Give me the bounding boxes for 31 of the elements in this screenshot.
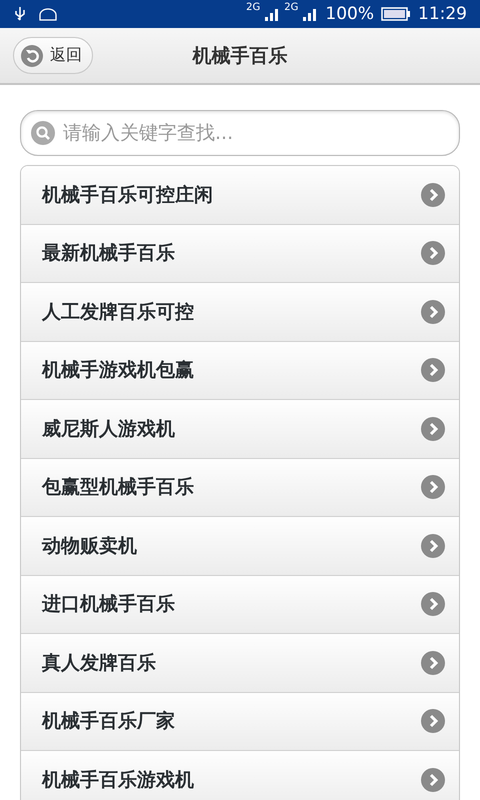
- usb-icon: [14, 6, 26, 22]
- list-item[interactable]: 机械手百乐厂家: [21, 692, 459, 751]
- list-item[interactable]: 进口机械手百乐: [21, 576, 459, 634]
- back-icon: [21, 44, 43, 66]
- chevron-icon: [421, 709, 445, 734]
- chevron-icon: [421, 534, 445, 558]
- chevron-icon: [421, 592, 445, 616]
- chevron-icon: [421, 182, 445, 207]
- battery-icon: [381, 7, 411, 21]
- network-label: 2G: [284, 2, 298, 13]
- list-item[interactable]: 包赢型机械手百乐: [21, 458, 459, 517]
- signal-icon: [302, 6, 318, 22]
- signal-icon: [264, 6, 280, 22]
- chevron-icon: [421, 358, 445, 382]
- chevron-icon: [421, 300, 445, 324]
- search-icon: [31, 121, 55, 145]
- chevron-icon: [421, 650, 445, 675]
- chevron-icon: [421, 241, 445, 266]
- chevron-icon: [421, 475, 445, 500]
- clock: 11:29: [418, 4, 467, 24]
- list-item[interactable]: 最新机械手百乐: [21, 224, 459, 283]
- network-label: 2G: [246, 2, 260, 13]
- list-item[interactable]: 机械手游戏机包赢: [21, 342, 459, 400]
- search-field[interactable]: 请输入关键字查找...: [20, 110, 460, 156]
- page-title: 机械手百乐: [191, 44, 288, 68]
- search-input[interactable]: 请输入关键字查找...: [61, 121, 449, 145]
- battery-percent: 100%: [325, 4, 374, 24]
- chevron-icon: [421, 416, 445, 441]
- chevron-icon: [421, 768, 445, 792]
- back-button[interactable]: 返回: [13, 37, 93, 74]
- list-item[interactable]: 机械手百乐可控庄闲: [21, 166, 459, 224]
